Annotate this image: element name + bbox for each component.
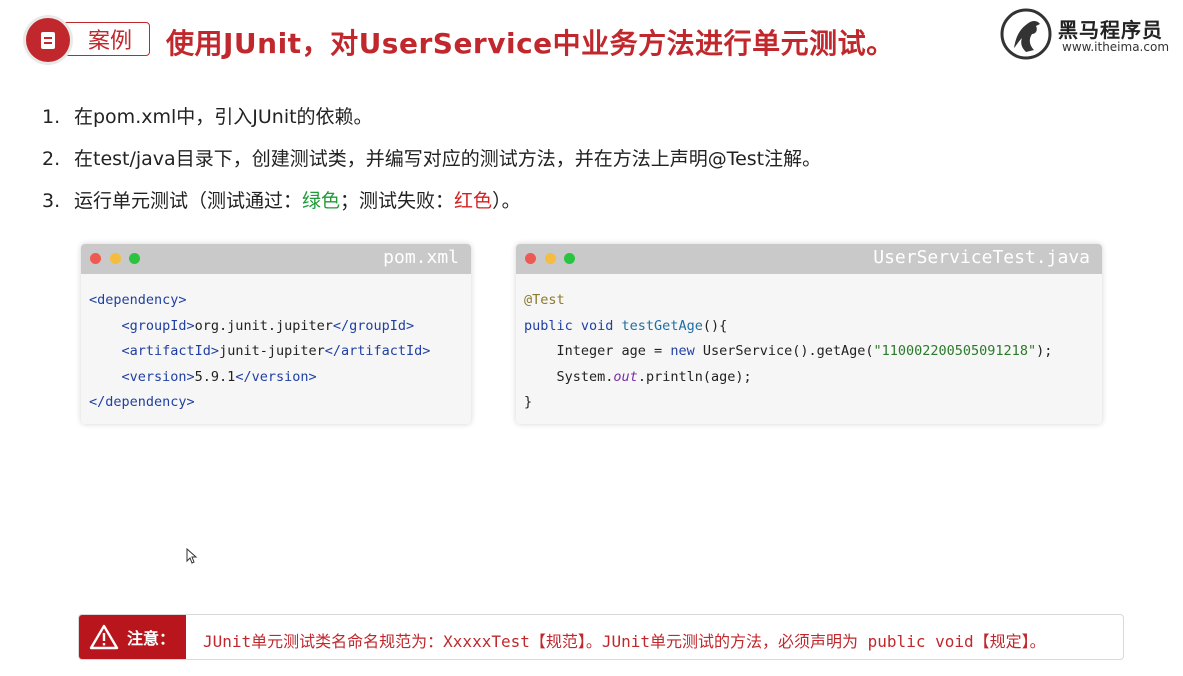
step-2: 2. 在test/java目录下，创建测试类，并编写对应的测试方法，并在方法上声明…: [42, 142, 821, 184]
brand-url: www.itheima.com: [1062, 40, 1170, 54]
step-text-suffix: ）。: [492, 190, 521, 212]
panel-filename: pom.xml: [383, 247, 459, 268]
code-token: <groupId>: [121, 317, 195, 334]
code-token: junit-jupiter: [219, 343, 325, 359]
code-token: UserService().getAge(: [694, 343, 874, 359]
code-token: </dependency>: [89, 394, 195, 410]
brand: 黑马程序员 www.itheima.com: [1000, 8, 1178, 60]
panel-filename: UserServiceTest.java: [873, 247, 1090, 268]
notice-header: 注意：: [79, 615, 186, 659]
code-token: out: [613, 368, 638, 385]
code-token: <version>: [121, 368, 195, 385]
step-number: 1.: [42, 106, 61, 128]
code-token: .println(age);: [637, 368, 752, 385]
step-number: 2.: [42, 148, 61, 170]
step-3: 3. 运行单元测试（测试通过：绿色；测试失败：红色）。: [42, 184, 821, 226]
test-code-panel: UserServiceTest.java @Test public void t…: [516, 244, 1102, 424]
step-text: 在test/java目录下，创建测试类，并编写对应的测试方法，并在方法上声明@T…: [74, 148, 822, 170]
code-token: 5.9.1: [194, 368, 236, 385]
horse-logo-icon: [1000, 8, 1052, 60]
code-token: <artifactId>: [121, 343, 220, 359]
code-token: <dependency>: [89, 292, 187, 308]
close-dot-icon: [525, 253, 536, 264]
step-text: 在pom.xml中，引入JUnit的依赖。: [74, 106, 373, 128]
minimize-dot-icon: [110, 253, 121, 264]
close-dot-icon: [90, 253, 101, 264]
code-token: </version>: [235, 368, 317, 385]
code-token: public void: [524, 317, 614, 334]
code-token: }: [524, 394, 533, 410]
maximize-dot-icon: [129, 253, 140, 264]
code-token: new: [670, 343, 695, 359]
code-token: </artifactId>: [324, 343, 431, 359]
notice-label: 注意：: [127, 629, 176, 648]
code-token: Integer age =: [556, 343, 671, 359]
panel-title-bar: UserServiceTest.java: [516, 244, 1102, 274]
pom-code: <dependency> <groupId>org.junit.jupiter<…: [81, 274, 471, 424]
step-1: 1. 在pom.xml中，引入JUnit的依赖。: [42, 100, 821, 142]
maximize-dot-icon: [564, 253, 575, 264]
fail-color-text: 红色: [454, 190, 493, 212]
case-label: 案例: [60, 22, 150, 56]
code-token: @Test: [524, 292, 565, 308]
document-icon: [26, 18, 70, 62]
notice-text: JUnit单元测试类名命名规范为：XxxxxTest【规范】。JUnit单元测试…: [203, 632, 1046, 651]
warning-icon: [89, 624, 119, 650]
code-token: System.: [556, 368, 614, 385]
page-title: 使用JUnit，对UserService中业务方法进行单元测试。: [166, 27, 895, 60]
panel-title-bar: pom.xml: [81, 244, 471, 274]
brand-name: 黑马程序员: [1058, 18, 1163, 42]
minimize-dot-icon: [545, 253, 556, 264]
code-token: );: [1036, 343, 1053, 359]
case-badge: 案例: [26, 18, 151, 62]
steps-list: 1. 在pom.xml中，引入JUnit的依赖。 2. 在test/java目录下，…: [42, 100, 821, 226]
pass-color-text: 绿色: [302, 190, 341, 212]
code-token: </groupId>: [332, 317, 415, 334]
code-token: org.junit.jupiter: [194, 317, 333, 334]
mouse-cursor-icon: [186, 548, 198, 564]
code-token: testGetAge: [621, 317, 703, 334]
notice-box: 注意： JUnit单元测试类名命名规范为：XxxxxTest【规范】。JUnit…: [78, 614, 1124, 660]
code-token: (){: [702, 317, 728, 334]
test-code: @Test public void testGetAge(){ Integer …: [516, 274, 1102, 424]
step-number: 3.: [42, 190, 61, 212]
step-text-middle: ；测试失败：: [340, 190, 455, 212]
pom-code-panel: pom.xml <dependency> <groupId>org.junit.…: [81, 244, 471, 424]
step-text-prefix: 运行单元测试（测试通过：: [74, 190, 303, 212]
code-token: "110002200505091218": [873, 343, 1037, 359]
